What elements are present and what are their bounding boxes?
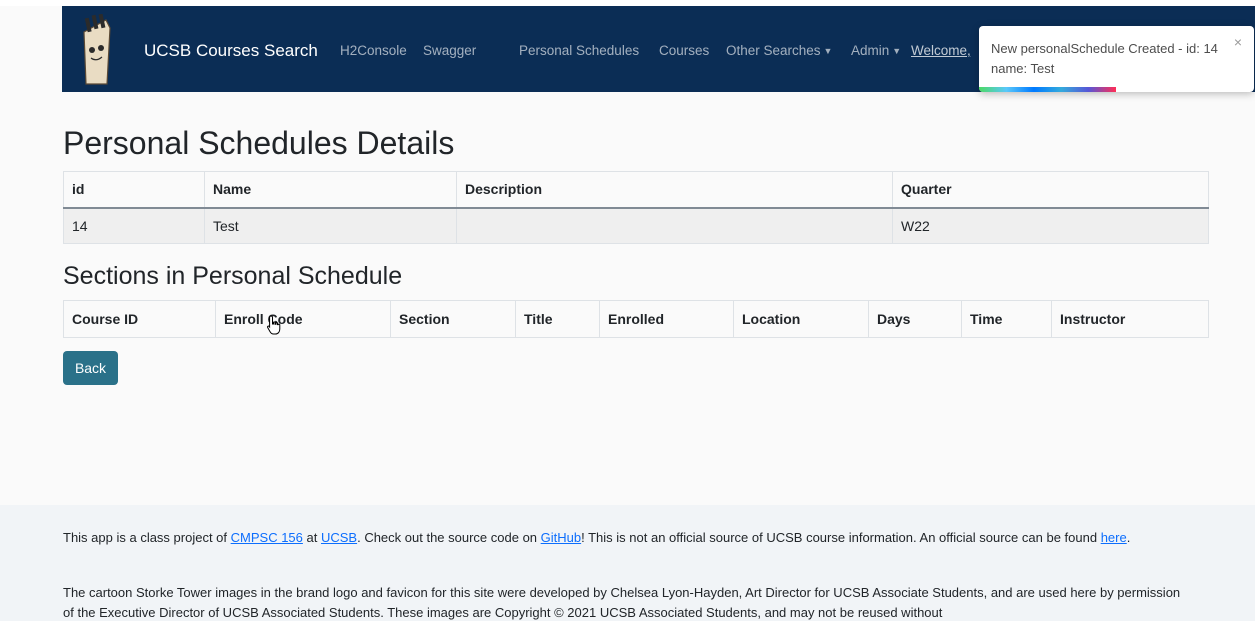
column-header-quarter: Quarter [892, 171, 1209, 209]
table-header-row: id Name Description Quarter [63, 171, 1209, 209]
schedule-details-table: id Name Description Quarter 14 Test W22 [63, 171, 1209, 244]
column-header-course-id: Course ID [63, 300, 216, 338]
page-title: Personal Schedules Details [63, 125, 455, 161]
caret-down-icon: ▼ [823, 46, 833, 56]
brand-title[interactable]: UCSB Courses Search [144, 41, 318, 61]
nav-dropdown-admin[interactable]: Admin ▼ [851, 43, 901, 58]
footer: This app is a class project of CMPSC 156… [0, 505, 1255, 621]
footer-link-ucsb[interactable]: UCSB [321, 530, 357, 545]
toast-notification[interactable]: New personalSchedule Created - id: 14 na… [979, 26, 1254, 92]
nav-dropdown-admin-label: Admin [851, 43, 890, 58]
footer-text: ! This is not an official source of UCSB… [581, 530, 1101, 545]
toast-progress-bar [979, 87, 1116, 92]
footer-project-note: This app is a class project of CMPSC 156… [63, 528, 1193, 548]
column-header-enrolled: Enrolled [599, 300, 734, 338]
column-header-instructor: Instructor [1051, 300, 1209, 338]
nav-dropdown-other-searches-label: Other Searches [726, 43, 821, 58]
nav-link-courses[interactable]: Courses [659, 43, 709, 58]
caret-down-icon: ▼ [892, 46, 902, 56]
footer-link-github[interactable]: GitHub [541, 530, 581, 545]
nav-link-h2console[interactable]: H2Console [340, 43, 407, 58]
column-header-location: Location [733, 300, 869, 338]
cell-description [456, 207, 893, 244]
table-row: 14 Test W22 [63, 207, 1209, 244]
footer-text: at [302, 530, 321, 545]
footer-link-here[interactable]: here [1101, 530, 1127, 545]
cell-quarter: W22 [892, 207, 1209, 244]
column-header-section: Section [390, 300, 516, 338]
column-header-name: Name [204, 171, 457, 209]
footer-text: . [1126, 530, 1131, 545]
column-header-enroll-code: Enroll Code [215, 300, 391, 338]
column-header-title: Title [515, 300, 600, 338]
nav-link-personal-schedules[interactable]: Personal Schedules [519, 43, 639, 58]
column-header-description: Description [456, 171, 893, 209]
footer-copyright-note: The cartoon Storke Tower images in the b… [63, 585, 1181, 620]
sections-table: Course ID Enroll Code Section Title Enro… [63, 300, 1209, 338]
column-header-id: id [63, 171, 205, 209]
footer-text: This app is a class project of [63, 530, 231, 545]
nav-welcome-link[interactable]: Welcome, [911, 43, 971, 58]
column-header-days: Days [868, 300, 962, 338]
nav-link-swagger[interactable]: Swagger [423, 43, 476, 58]
cell-id: 14 [63, 207, 205, 244]
hand-cursor-icon [266, 315, 281, 335]
back-button[interactable]: Back [63, 351, 118, 385]
storke-tower-logo-icon[interactable] [76, 14, 116, 86]
cell-name: Test [204, 207, 457, 244]
toast-message: New personalSchedule Created - id: 14 na… [991, 41, 1218, 76]
footer-text: . Check out the source code on [357, 530, 541, 545]
column-header-time: Time [961, 300, 1052, 338]
nav-dropdown-other-searches[interactable]: Other Searches ▼ [726, 43, 832, 58]
sections-title: Sections in Personal Schedule [63, 262, 403, 290]
table-header-row: Course ID Enroll Code Section Title Enro… [63, 300, 1209, 338]
footer-link-cmpsc156[interactable]: CMPSC 156 [231, 530, 303, 545]
close-icon[interactable]: × [1234, 34, 1242, 50]
